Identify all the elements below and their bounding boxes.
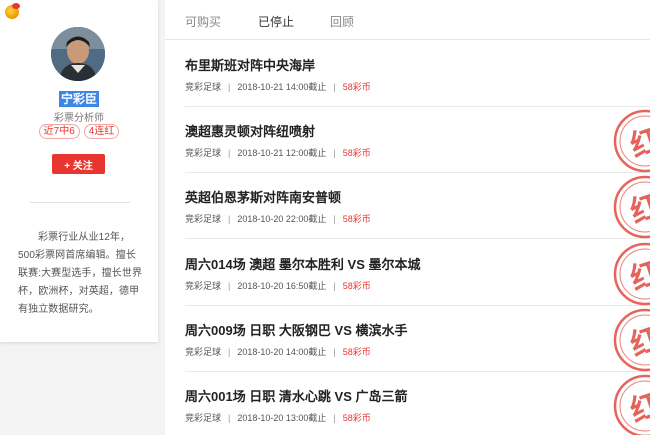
plan-category: 竞彩足球 — [185, 214, 222, 224]
expert-bio: 彩票行业从业12年，500彩票网首席编辑。擅长联赛:大赛型选手，擅长世界杯，欧洲… — [18, 232, 143, 315]
plan-deadline: 2018-10-20 14:00截止 — [237, 347, 327, 357]
list-item[interactable]: 周六001场 日职 清水心跳 VS 广岛三箭竞彩足球 | 2018-10-20 13… — [165, 372, 650, 435]
row-divider — [185, 238, 650, 239]
hit-stamp-icon: 红 — [612, 173, 650, 243]
meta-separator: | — [333, 413, 336, 423]
plan-price: 58彩币 — [342, 413, 371, 423]
hit-stamp-text: 红 — [626, 188, 650, 231]
plan-title[interactable]: 周六014场 澳超 墨尔本胜利 VS 墨尔本城 — [185, 254, 420, 273]
plan-title[interactable]: 周六001场 日职 清水心跳 VS 广岛三箭 — [185, 386, 407, 405]
follow-button[interactable]: + 关注 — [52, 154, 105, 174]
plan-price: 58彩币 — [342, 214, 371, 224]
plan-title[interactable]: 英超伯恩茅斯对阵南安普顿 — [185, 187, 341, 206]
plan-deadline: 2018-10-21 12:00截止 — [237, 148, 327, 158]
plan-category: 竞彩足球 — [185, 413, 222, 423]
plan-list-panel: 可购买 已停止 回顾 布里斯班对阵中央海岸竞彩足球 | 2018-10-21 14:… — [165, 0, 650, 435]
hit-stamp-text: 红 — [626, 387, 650, 430]
plan-category: 竞彩足球 — [185, 281, 222, 291]
win-rate-badge: 近7中6 — [38, 124, 80, 139]
meta-separator: | — [228, 148, 231, 158]
plan-title[interactable]: 周六009场 日职 大阪钢巴 VS 横滨水手 — [185, 320, 407, 339]
plan-meta: 竞彩足球 | 2018-10-21 14:00截止 | 58彩币 — [185, 80, 371, 93]
meta-separator: | — [333, 214, 336, 224]
expert-name: 宁彩臣 — [58, 91, 99, 107]
list-item[interactable]: 周六014场 澳超 墨尔本胜利 VS 墨尔本城竞彩足球 | 2018-10-20 1… — [165, 240, 650, 306]
plan-price: 58彩币 — [342, 148, 371, 158]
plan-deadline: 2018-10-20 16:50截止 — [237, 281, 327, 291]
hit-stamp-icon: 红 — [612, 240, 650, 310]
expert-profile-card: 宁彩臣 彩票分析师 近7中6 4连红 + 关注 彩票行业从业12年，500彩票网… — [0, 0, 158, 342]
streak-badge: 4连红 — [83, 124, 120, 139]
tab-stopped[interactable]: 已停止 — [258, 13, 294, 30]
plan-category: 竞彩足球 — [185, 82, 222, 92]
hit-stamp-icon: 红 — [612, 306, 650, 376]
hit-stamp-text: 红 — [626, 321, 650, 364]
meta-separator: | — [228, 281, 231, 291]
meta-separator: | — [228, 82, 231, 92]
meta-separator: | — [228, 347, 231, 357]
plan-price: 58彩币 — [342, 82, 371, 92]
meta-separator: | — [333, 82, 336, 92]
list-item[interactable]: 布里斯班对阵中央海岸竞彩足球 | 2018-10-21 14:00截止 | 58彩币 — [165, 41, 650, 107]
plan-price: 58彩币 — [342, 347, 371, 357]
tab-available[interactable]: 可购买 — [185, 13, 221, 30]
plan-category: 竞彩足球 — [185, 148, 222, 158]
plan-title[interactable]: 澳超惠灵顿对阵纽喷射 — [185, 121, 315, 140]
meta-separator: | — [228, 214, 231, 224]
plan-meta: 竞彩足球 | 2018-10-20 14:00截止 | 58彩币 — [185, 345, 371, 358]
plan-meta: 竞彩足球 | 2018-10-21 12:00截止 | 58彩币 — [185, 146, 371, 159]
tab-bar: 可购买 已停止 回顾 — [165, 0, 650, 40]
list-item[interactable]: 英超伯恩茅斯对阵南安普顿竞彩足球 | 2018-10-20 22:00截止 | 58彩币… — [165, 173, 650, 239]
plan-deadline: 2018-10-21 14:00截止 — [237, 82, 327, 92]
plan-title[interactable]: 布里斯班对阵中央海岸 — [185, 55, 315, 74]
plan-deadline: 2018-10-20 13:00截止 — [237, 413, 327, 423]
hit-stamp-icon: 红 — [612, 107, 650, 177]
hit-stamp-icon: 红 — [612, 372, 650, 435]
meta-separator: | — [333, 148, 336, 158]
hit-stamp-text: 红 — [626, 122, 650, 165]
plan-meta: 竞彩足球 | 2018-10-20 16:50截止 | 58彩币 — [185, 279, 371, 292]
meta-separator: | — [228, 413, 231, 423]
plan-category: 竞彩足球 — [185, 347, 222, 357]
plan-meta: 竞彩足球 | 2018-10-20 13:00截止 | 58彩币 — [185, 411, 371, 424]
list-item[interactable]: 澳超惠灵顿对阵纽喷射竞彩足球 | 2018-10-21 12:00截止 | 58彩币 红 — [165, 107, 650, 173]
tab-review[interactable]: 回顾 — [330, 13, 354, 30]
avatar[interactable] — [51, 27, 105, 81]
meta-separator: | — [333, 281, 336, 291]
site-logo-icon — [5, 3, 20, 19]
meta-separator: | — [333, 347, 336, 357]
divider — [30, 202, 130, 203]
plan-deadline: 2018-10-20 22:00截止 — [237, 214, 327, 224]
record-badges: 近7中6 4连红 — [0, 124, 158, 139]
hit-stamp-text: 红 — [626, 255, 650, 298]
plan-price: 58彩币 — [342, 281, 371, 291]
expert-role: 彩票分析师 — [54, 113, 104, 124]
list-item[interactable]: 周六009场 日职 大阪钢巴 VS 横滨水手竞彩足球 | 2018-10-20 14… — [165, 306, 650, 372]
plan-meta: 竞彩足球 | 2018-10-20 22:00截止 | 58彩币 — [185, 212, 371, 225]
